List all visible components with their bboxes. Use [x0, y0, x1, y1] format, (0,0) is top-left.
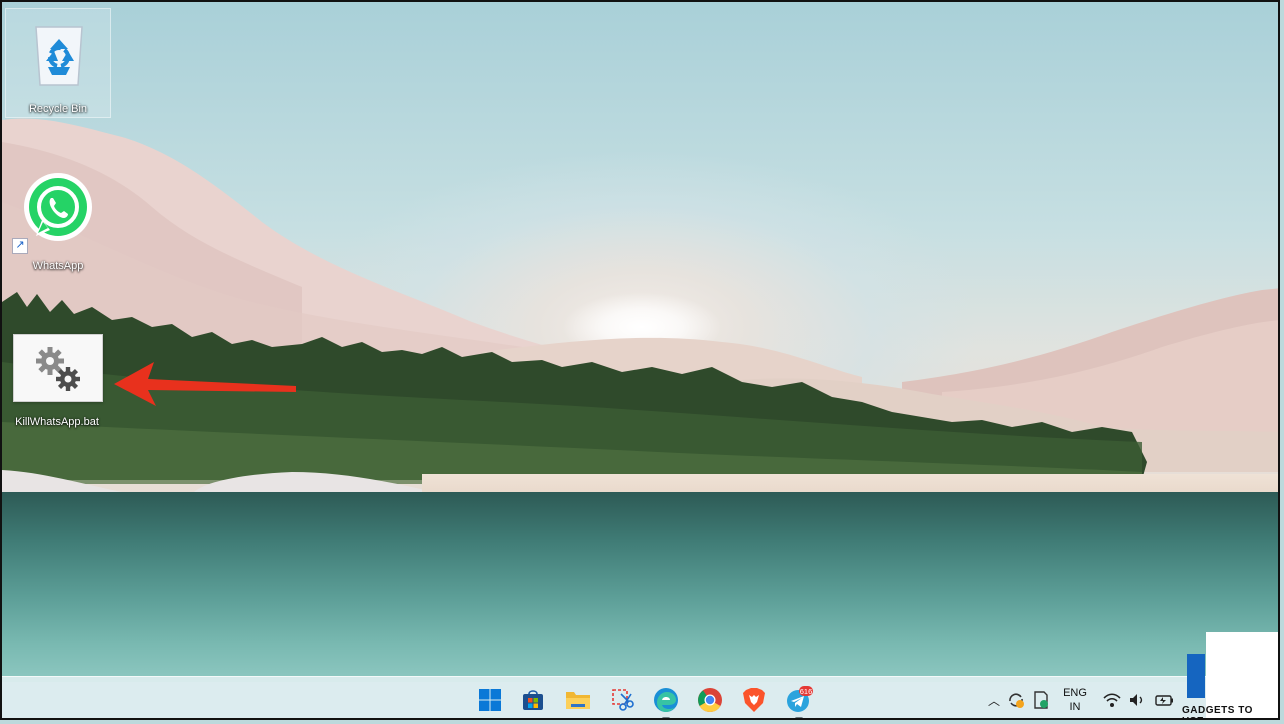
brave-lion-icon: [743, 688, 765, 712]
recycle-bin-icon: [35, 26, 83, 86]
red-arrow-annotation: [114, 362, 296, 406]
batch-file-card: [13, 334, 103, 402]
scissors-icon: [612, 689, 634, 711]
watermark-text: GADGETS TO USE: [1182, 705, 1253, 718]
desktop-icon-killwhatsapp-bat[interactable]: KillWhatsApp.bat: [7, 332, 107, 430]
killwhatsapp-bat-label: KillWhatsApp.bat: [15, 416, 99, 428]
shortcut-arrow-icon: ↗: [12, 238, 28, 254]
language-indicator[interactable]: ENG IN: [1060, 686, 1090, 714]
edge-running-indicator: [662, 717, 670, 718]
taskbar-start-button[interactable]: [476, 686, 504, 714]
telegram-badge: 616: [800, 687, 813, 696]
whatsapp-label: WhatsApp: [32, 260, 84, 272]
taskbar-brave-browser[interactable]: [740, 686, 768, 714]
language-line-2: IN: [1069, 701, 1081, 713]
notification-edge-blue: [1187, 654, 1205, 698]
taskbar: 616 ︿ ENG IN: [2, 676, 1278, 718]
desktop-icon-recycle-bin[interactable]: Recycle Bin: [5, 8, 111, 118]
battery-icon: [1155, 695, 1173, 706]
taskbar-google-chrome[interactable]: [696, 686, 724, 714]
speaker-icon: [1130, 694, 1143, 706]
chrome-icon: [698, 688, 722, 713]
desktop-wallpaper: [2, 2, 1278, 718]
taskbar-telegram[interactable]: 616: [785, 686, 813, 718]
onedrive-sync-icon[interactable]: [1006, 690, 1026, 710]
folder-icon: [566, 692, 590, 709]
taskbar-microsoft-store[interactable]: [519, 686, 547, 714]
desktop-icon-whatsapp[interactable]: ↗ WhatsApp: [12, 166, 104, 276]
telegram-icon: 616: [787, 686, 813, 712]
telegram-running-indicator: [795, 717, 803, 718]
system-tray: ︿: [986, 677, 1050, 718]
quick-settings[interactable]: [1102, 677, 1176, 718]
batch-file-gears-icon: [36, 347, 80, 391]
recycle-bin-label: Recycle Bin: [28, 103, 88, 115]
security-icon[interactable]: [1032, 690, 1050, 710]
language-line-1: ENG: [1063, 687, 1087, 699]
taskbar-file-explorer[interactable]: [564, 686, 592, 714]
desktop-screen: Recycle Bin ↗ WhatsApp KillWhatsApp.bat …: [0, 0, 1280, 720]
whatsapp-icon: [24, 173, 92, 241]
edge-icon: [654, 688, 678, 712]
taskbar-microsoft-edge[interactable]: [652, 686, 680, 718]
windows-logo-icon: [479, 689, 501, 711]
wifi-icon: [1103, 693, 1121, 707]
store-icon: [523, 690, 543, 710]
chevron-up-icon[interactable]: ︿: [986, 692, 1002, 709]
taskbar-snipping-tool[interactable]: [609, 686, 637, 714]
wallpaper-lake: [2, 492, 1278, 682]
